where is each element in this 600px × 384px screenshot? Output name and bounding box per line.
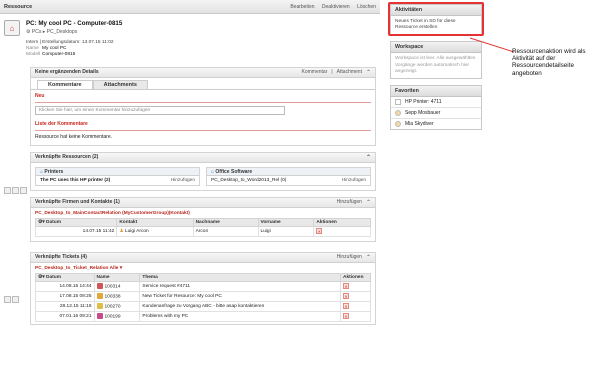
column-header: Aktionen bbox=[313, 217, 371, 227]
comment-list-title: Liste der Kommentare bbox=[35, 120, 88, 127]
breadcrumb-pc-desktops[interactable]: PC_Desktops bbox=[47, 29, 78, 35]
table-row[interactable]: 14.07.15 11:42 ♟ Luigi Arcon Arcon Luigi… bbox=[34, 225, 371, 237]
column-header: Aktionen bbox=[340, 272, 371, 282]
workspace-empty-text: Workspace ist leer. Alle ausgewählten Vo… bbox=[395, 56, 476, 74]
column-header[interactable]: ⚙▾ Datum bbox=[35, 272, 95, 282]
details-section: Keine ergänzenden Details Kommentar | Att… bbox=[30, 66, 376, 146]
delete-button[interactable]: Löschen bbox=[357, 4, 376, 10]
name-value: My cool PC bbox=[42, 46, 67, 52]
tickets-header: Verknüpfte Tickets (4) Hinzufügen ⌃ bbox=[31, 252, 375, 263]
column-header[interactable]: Nachname bbox=[192, 217, 259, 227]
companies-title: Verknüpfte Firmen und Kontakte (1) bbox=[35, 199, 120, 206]
add-ticket-button[interactable]: Hinzufügen bbox=[337, 254, 362, 260]
favorite-item[interactable]: Sepp Mosbauer bbox=[391, 108, 481, 120]
new-label: Neu bbox=[35, 92, 45, 99]
printer-relation[interactable]: The PC uses this HP printer (2) bbox=[40, 178, 110, 183]
breadcrumb-pcs[interactable]: PCs bbox=[32, 29, 41, 35]
tab-attachments[interactable]: Attachments bbox=[92, 79, 148, 89]
table-row[interactable]: 17.08.15 09:25 100338 New Ticket for Res… bbox=[35, 290, 371, 302]
column-header[interactable]: ⚙▾ Datum bbox=[34, 217, 118, 227]
tickets-section: Verknüpfte Tickets (4) Hinzufügen ⌃ PC_De… bbox=[30, 251, 376, 325]
person-icon: ♟ bbox=[119, 228, 124, 234]
collapse-icon[interactable]: ⌃ bbox=[366, 199, 371, 206]
collapse-icon[interactable]: ⌃ bbox=[366, 254, 371, 261]
annotation-arrow bbox=[469, 37, 515, 53]
deactivate-button[interactable]: Deaktivieren bbox=[322, 4, 350, 10]
ticket-icon bbox=[96, 292, 103, 299]
main-panel: Ressource Bearbeiten Deaktivieren Lösche… bbox=[0, 0, 380, 384]
companies-section: Verknüpfte Firmen und Kontakte (1) Hinzu… bbox=[30, 196, 376, 242]
comment-input[interactable]: Klicken Sie hier, um einen Kommentar hin… bbox=[35, 105, 285, 115]
tab-comments[interactable]: Kommentare bbox=[37, 79, 93, 89]
software-relation[interactable]: PC_Desktop_to_Word2013_Rel (0) bbox=[211, 178, 286, 183]
office-software-title: Office Software bbox=[215, 168, 253, 175]
ticket-icon bbox=[96, 302, 103, 309]
resource-header-bar: Ressource Bearbeiten Deaktivieren Lösche… bbox=[0, 0, 380, 14]
delete-icon[interactable]: ✕ bbox=[343, 302, 349, 309]
attachment-link[interactable]: Attachment bbox=[337, 69, 362, 75]
details-header: Keine ergänzenden Details Kommentar | Att… bbox=[31, 67, 375, 78]
breadcrumb: ⚙ PCs ▸ PC_Desktops bbox=[26, 29, 78, 35]
details-title: Keine ergänzenden Details bbox=[35, 69, 99, 76]
table-row[interactable]: 28.12.15 11:16 100270 Kundenanfrage zu V… bbox=[35, 300, 371, 312]
ticket-toolbar-icons[interactable] bbox=[4, 296, 19, 303]
favorite-item[interactable]: HP Printer: 4711 bbox=[391, 97, 481, 109]
printers-title: Printers bbox=[44, 168, 64, 175]
resource-title: PC: My cool PC - Computer-0815 bbox=[26, 20, 123, 27]
add-company-button[interactable]: Hinzufügen bbox=[337, 199, 362, 205]
model-key: Modell bbox=[26, 52, 41, 58]
person-icon bbox=[395, 110, 401, 117]
favorites-title: Favoriten bbox=[391, 86, 481, 98]
delete-icon[interactable]: ✕ bbox=[343, 292, 349, 299]
collapse-icon[interactable]: ⌃ bbox=[366, 69, 371, 76]
tickets-table: ⚙▾ Datum Name Thema Aktionen 14.08.15 14… bbox=[35, 272, 371, 322]
office-software-box: ⌂ Office Software PC_Desktop_to_Word2013… bbox=[206, 166, 371, 186]
collapse-icon[interactable]: ⌃ bbox=[366, 154, 371, 161]
delete-icon[interactable]: ✕ bbox=[316, 227, 323, 234]
tickets-title: Verknüpfte Tickets (4) bbox=[35, 254, 87, 261]
edit-button[interactable]: Bearbeiten bbox=[290, 4, 314, 10]
resource-meta: Intern | Erstellungsdatum: 13.07.15 11:0… bbox=[26, 40, 380, 59]
contacts-table: ⚙▾ Datum Kontakt Nachname Vorname Aktion… bbox=[34, 217, 371, 237]
column-header[interactable]: Vorname bbox=[257, 217, 315, 227]
model-value: Computer-0815 bbox=[42, 52, 76, 58]
printers-box: ⌂ Printers The PC uses this HP printer (… bbox=[35, 166, 200, 186]
ticket-icon bbox=[96, 312, 103, 319]
delete-icon[interactable]: ✕ bbox=[343, 282, 349, 289]
person-icon bbox=[395, 121, 401, 128]
linked-resources-section: Verknüpfte Ressourcen (2) ⌃ ⌂ Printers T… bbox=[30, 151, 376, 191]
table-row[interactable]: 14.08.15 14:44 100314 Service request #4… bbox=[35, 280, 371, 292]
add-printer-button[interactable]: Hinzufügen bbox=[171, 178, 195, 183]
ticket-relation-link[interactable]: PC_Desktop_to_Ticket_Relation Alle ▾ bbox=[35, 266, 375, 271]
section-toolbar-icons[interactable] bbox=[4, 187, 27, 194]
ticket-icon bbox=[96, 282, 103, 289]
linked-resources-title: Verknüpfte Ressourcen (2) bbox=[35, 154, 99, 161]
favorite-item[interactable]: Mia Skydiver bbox=[391, 119, 481, 129]
resource-summary: ⌂ PC: My cool PC - Computer-0815 ⚙ PCs ▸… bbox=[4, 20, 380, 36]
no-comments-text: Ressource hat keine Kommentare. bbox=[35, 133, 112, 140]
favorites-box: Favoriten HP Printer: 4711 Sepp Mosbauer… bbox=[390, 85, 482, 131]
comment-link[interactable]: Kommentar bbox=[302, 69, 328, 75]
gear-icon: ⚙ bbox=[26, 29, 31, 35]
delete-icon[interactable]: ✕ bbox=[343, 312, 349, 319]
linked-resources-header: Verknüpfte Ressourcen (2) ⌃ bbox=[31, 152, 375, 163]
column-header[interactable]: Thema bbox=[139, 272, 341, 282]
column-header[interactable]: Kontakt bbox=[116, 217, 194, 227]
column-header[interactable]: Name bbox=[93, 272, 141, 282]
companies-header: Verknüpfte Firmen und Kontakte (1) Hinzu… bbox=[31, 197, 375, 208]
add-software-button[interactable]: Hinzufügen bbox=[342, 178, 366, 183]
table-row[interactable]: 07.01.16 09:21 100199 Problems with my P… bbox=[35, 310, 371, 322]
printer-icon bbox=[395, 99, 401, 106]
contact-relation-link[interactable]: PC_Desktop_to_MainContactRelation (MyCus… bbox=[35, 211, 375, 216]
activities-highlight bbox=[388, 2, 484, 36]
header-title: Ressource bbox=[4, 3, 33, 10]
annotation-text: Ressourcenaktion wird als Aktivität auf … bbox=[512, 48, 586, 77]
computer-icon: ⌂ bbox=[4, 20, 20, 36]
